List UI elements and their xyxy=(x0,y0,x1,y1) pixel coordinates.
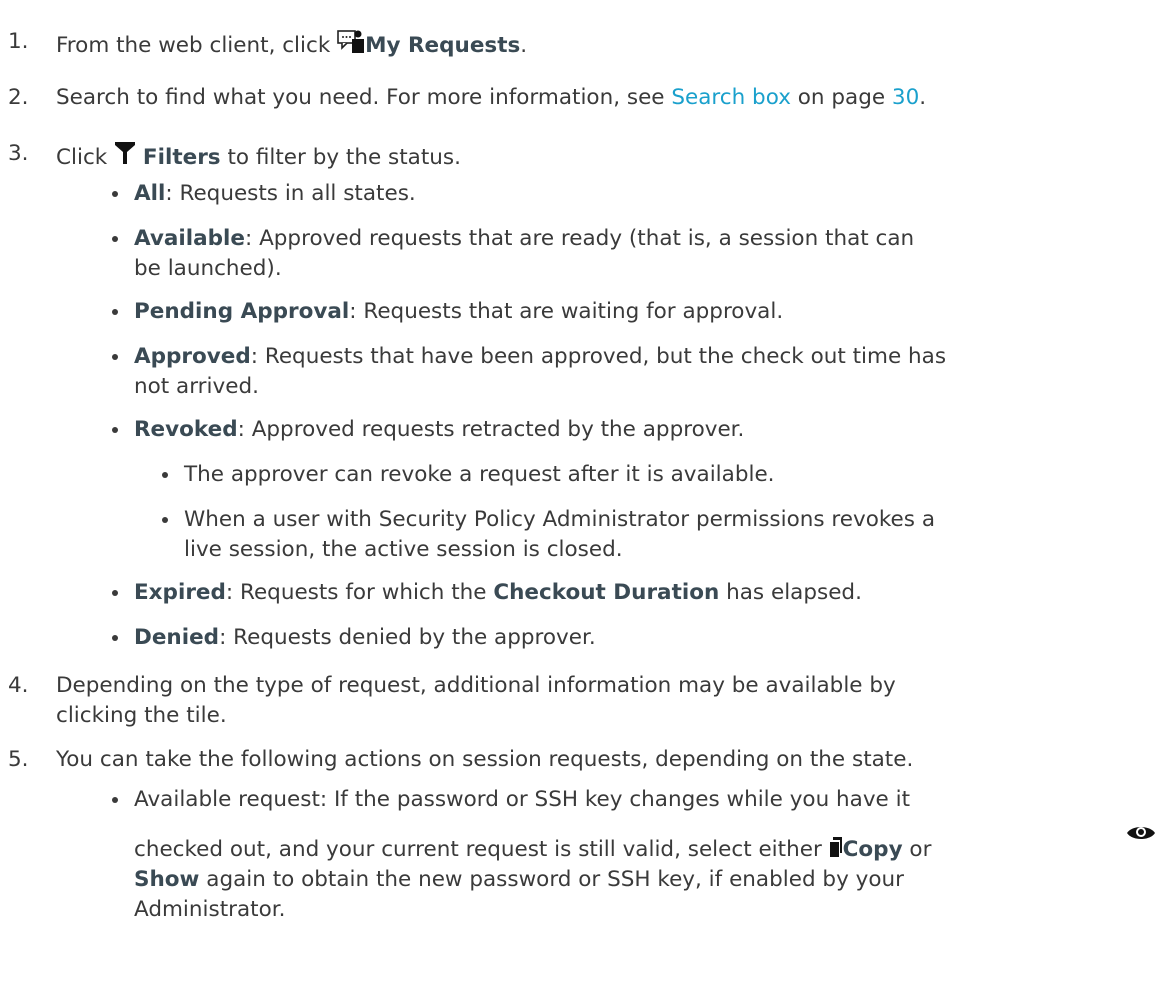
bullet xyxy=(112,635,118,641)
sub-bullet xyxy=(162,517,168,523)
filter-item-expired: Expired: Requests for which the Checkout… xyxy=(134,579,862,607)
filter-icon xyxy=(114,140,136,174)
eye-icon xyxy=(1126,822,1156,850)
filter-desc: : Requests that have been approved, but … xyxy=(250,344,947,369)
step-4-line-2: clicking the tile. xyxy=(56,703,227,728)
my-requests-icon xyxy=(337,28,365,62)
filter-desc-cont: be launched). xyxy=(134,256,282,281)
step-1-text: From the web client, click My Requests. xyxy=(56,28,527,62)
step-2-pre: Search to find what you need. For more i… xyxy=(56,85,672,110)
step-4-number: 4. xyxy=(8,673,29,698)
bullet xyxy=(112,236,118,242)
filter-desc-end: has elapsed. xyxy=(719,580,862,605)
filter-item-pending: Pending Approval: Requests that are wait… xyxy=(134,298,783,326)
filter-item-approved: Approved: Requests that have been approv… xyxy=(134,343,946,371)
revoked-note-2-cont: live session, the active session is clos… xyxy=(184,537,623,562)
bullet xyxy=(112,590,118,596)
filter-label: Revoked xyxy=(134,417,238,442)
action-line-3: Show again to obtain the new password or… xyxy=(134,866,904,894)
filter-item-revoked: Revoked: Approved requests retracted by … xyxy=(134,416,744,444)
filter-desc-cont: not arrived. xyxy=(134,374,259,399)
filter-item-denied: Denied: Requests denied by the approver. xyxy=(134,624,596,652)
step-1-number: 1. xyxy=(8,29,29,54)
action-line-2-pre: checked out, and your current request is… xyxy=(134,837,829,862)
revoked-note-1: The approver can revoke a request after … xyxy=(184,462,775,487)
action-line-3-post: again to obtain the new password or SSH … xyxy=(199,867,904,892)
filter-desc: : Requests in all states. xyxy=(165,181,416,206)
step-2-post: . xyxy=(919,85,927,110)
show-label: Show xyxy=(134,867,200,892)
step-1-bold: My Requests xyxy=(365,33,521,58)
bullet xyxy=(112,191,118,197)
copy-icon xyxy=(829,836,843,866)
step-1-post: . xyxy=(520,33,528,58)
step-2-number: 2. xyxy=(8,85,29,110)
step-5-text: You can take the following actions on se… xyxy=(56,747,914,772)
filter-label: Expired xyxy=(134,580,226,605)
action-line-2: checked out, and your current request is… xyxy=(134,836,931,866)
filter-label: Approved xyxy=(134,344,251,369)
filter-item-available: Available: Approved requests that are re… xyxy=(134,225,914,253)
step-5-number: 5. xyxy=(8,747,29,772)
step-3-post: to filter by the status. xyxy=(220,145,461,170)
sub-bullet xyxy=(162,472,168,478)
copy-label: Copy xyxy=(842,837,903,862)
document-page: 1. From the web client, click My Request… xyxy=(0,0,1164,991)
filter-desc: : Requests for which the xyxy=(225,580,494,605)
filter-label: Available xyxy=(134,226,245,251)
or-text: or xyxy=(902,837,932,862)
step-4-line-1: Depending on the type of request, additi… xyxy=(56,673,896,698)
action-line-1: Available request: If the password or SS… xyxy=(134,787,911,812)
checkout-duration-label: Checkout Duration xyxy=(493,580,720,605)
step-3-pre: Click xyxy=(56,145,115,170)
filter-label: Denied xyxy=(134,625,220,650)
filter-label: All xyxy=(134,181,166,206)
filter-item-all: All: Requests in all states. xyxy=(134,180,416,208)
filter-desc: : Requests denied by the approver. xyxy=(219,625,596,650)
step-3-number: 3. xyxy=(8,141,29,166)
page-30-link[interactable]: 30 xyxy=(892,85,919,110)
step-3-bold: Filters xyxy=(142,145,221,170)
filter-desc: : Approved requests that are ready (that… xyxy=(245,226,915,251)
step-2-text: Search to find what you need. For more i… xyxy=(56,84,926,112)
step-3-text: Click Filters to filter by the status. xyxy=(56,140,461,174)
bullet xyxy=(112,354,118,360)
filter-label: Pending Approval xyxy=(134,299,350,324)
filter-desc: : Approved requests retracted by the app… xyxy=(237,417,745,442)
step-2-mid: on page xyxy=(790,85,892,110)
step-1-pre: From the web client, click xyxy=(56,33,338,58)
revoked-note-2: When a user with Security Policy Adminis… xyxy=(184,507,935,532)
action-line-4: Administrator. xyxy=(134,897,286,922)
bullet xyxy=(112,797,118,803)
bullet xyxy=(112,309,118,315)
search-box-link[interactable]: Search box xyxy=(671,85,791,110)
filter-desc: : Requests that are waiting for approval… xyxy=(349,299,784,324)
bullet xyxy=(112,427,118,433)
